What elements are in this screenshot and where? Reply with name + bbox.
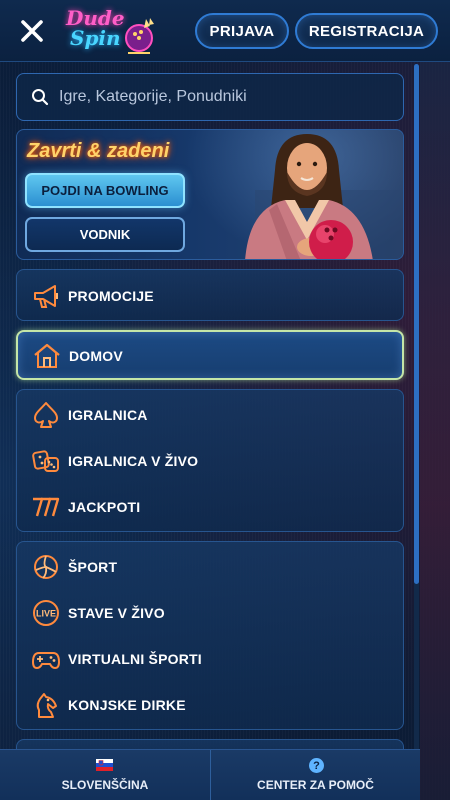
search-icon [32, 89, 49, 106]
home-icon [34, 343, 60, 368]
bowling-ball-logo-icon [125, 18, 154, 54]
logo-word-2: Spin [70, 26, 121, 50]
sevens-icon [33, 497, 60, 517]
help-center-label: CENTER ZA POMOČ [257, 778, 374, 792]
menu-label: STAVE V ŽIVO [68, 605, 165, 621]
top-header: Dude Spin PRIJAVA REGISTRACIJA [0, 0, 450, 62]
menu-item-virtual-sports[interactable]: VIRTUALNI ŠPORTI [17, 636, 403, 682]
menu-label: IGRALNICA V ŽIVO [68, 453, 199, 469]
close-menu-button[interactable] [16, 15, 48, 47]
close-icon [21, 20, 43, 42]
logo-word-1: Dude [66, 6, 125, 30]
menu-item-home[interactable]: DOMOV [18, 333, 404, 379]
login-button[interactable]: PRIJAVA [195, 13, 289, 49]
guide-button[interactable]: VODNIK [25, 217, 185, 252]
live-icon: LIVE [33, 600, 59, 626]
language-selector[interactable]: SLOVENŠČINA [0, 750, 210, 800]
page-behind-overlay [420, 62, 450, 800]
menu-group-sport: ŠPORT LIVE STAVE V ŽIVO VIRTUALNI ŠPORTI… [16, 541, 404, 730]
promo-banner[interactable]: Zavrti & zadeni POJDI NA BOWLING VODNIK [16, 129, 404, 260]
menu-label: JACKPOTI [68, 499, 141, 515]
megaphone-icon [34, 285, 58, 308]
menu-group-casino: IGRALNICA IGRALNICA V ŽIVO JACKPOTI [16, 389, 404, 532]
menu-item-live-casino[interactable]: IGRALNICA V ŽIVO [17, 438, 403, 484]
menu-label: IGRALNICA [68, 407, 148, 423]
horse-icon [36, 693, 57, 718]
gamepad-icon [32, 652, 60, 669]
dice-icon [32, 450, 59, 472]
go-bowling-button[interactable]: POJDI NA BOWLING [25, 173, 185, 208]
svg-text:LIVE: LIVE [36, 609, 56, 619]
menu-item-live-bets[interactable]: LIVE STAVE V ŽIVO [17, 590, 403, 636]
scrollbar-thumb[interactable] [414, 64, 419, 584]
menu-label: PROMOCIJE [68, 288, 154, 304]
menu-label: ŠPORT [68, 559, 118, 575]
search-input[interactable] [59, 88, 389, 106]
search-box[interactable] [16, 73, 404, 121]
menu-group-home: DOMOV [16, 330, 404, 380]
menu-item-promotions[interactable]: PROMOCIJE [17, 273, 403, 319]
dude-character-illustration [245, 134, 403, 259]
menu-label: VIRTUALNI ŠPORTI [68, 651, 202, 667]
register-button[interactable]: REGISTRACIJA [295, 13, 438, 49]
menu-group-promotions: PROMOCIJE [16, 269, 404, 321]
banner-title: Zavrti & zadeni [27, 140, 170, 162]
bottom-bar: SLOVENŠČINA ? CENTER ZA POMOČ [0, 749, 420, 800]
volleyball-icon [34, 555, 58, 579]
menu-item-casino[interactable]: IGRALNICA [17, 392, 403, 438]
menu-label: KONJSKE DIRKE [68, 697, 186, 713]
brand-logo[interactable]: Dude Spin [64, 6, 164, 54]
help-icon: ? [309, 758, 324, 773]
spade-icon [34, 402, 58, 428]
language-label: SLOVENŠČINA [61, 778, 149, 792]
help-center-button[interactable]: ? CENTER ZA POMOČ [210, 750, 420, 800]
menu-item-horse-racing[interactable]: KONJSKE DIRKE [17, 682, 403, 728]
menu-item-sport[interactable]: ŠPORT [17, 544, 403, 590]
menu-label: DOMOV [69, 348, 123, 364]
menu-item-jackpots[interactable]: JACKPOTI [17, 484, 403, 530]
slovenia-flag-icon [96, 759, 113, 771]
